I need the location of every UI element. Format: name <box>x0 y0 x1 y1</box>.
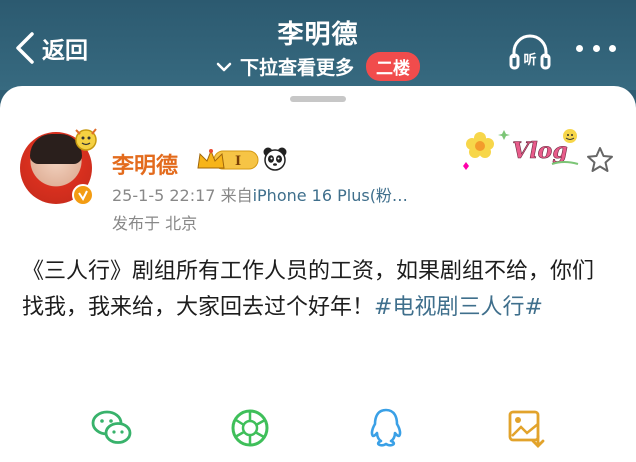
listen-headphones-icon[interactable]: 听 <box>508 30 552 74</box>
more-dot <box>576 44 583 52</box>
qq-icon[interactable] <box>364 406 408 450</box>
drag-handle[interactable] <box>290 96 346 102</box>
username[interactable]: 李明德 <box>112 148 178 180</box>
crown-icon: I <box>197 149 259 170</box>
post-meta: 25-1-5 22:17 来自iPhone 16 Plus(粉… <box>112 182 408 206</box>
post-card: 李明德 I 25-1-5 22:17 来自iPhone 16 Plus(粉… 发… <box>0 86 636 462</box>
post-time: 25-1-5 22:17 <box>112 186 216 205</box>
save-image-icon[interactable] <box>504 406 548 450</box>
level-text: I <box>235 154 241 169</box>
listen-label: 听 <box>523 52 536 68</box>
flower-icon <box>466 132 494 158</box>
pull-down-text: 下拉查看更多 <box>239 57 354 79</box>
vlog-text: Vlog <box>512 138 567 164</box>
member-level-badge[interactable]: I <box>196 146 260 172</box>
post-text: 《三人行》剧组所有工作人员的工资，如果剧组不给，你们找我，我来给，大家回去过个好… <box>22 254 612 326</box>
moments-icon[interactable] <box>228 406 272 450</box>
verified-badge-icon <box>72 184 94 206</box>
more-dot <box>592 44 600 52</box>
floor-badge[interactable]: 二楼 <box>366 52 420 81</box>
post-source[interactable]: iPhone 16 Plus(粉… <box>253 186 408 205</box>
panda-icon <box>263 147 287 171</box>
top-bar: 返回 李明德 下拉查看更多 二楼 听 <box>0 0 636 90</box>
source-prefix: 来自 <box>220 186 253 205</box>
post-location: 发布于 北京 <box>112 214 198 233</box>
more-dot <box>609 44 616 52</box>
avatar[interactable] <box>20 128 97 206</box>
share-bar <box>0 406 636 454</box>
vlog-sticker-icon: Vlog <box>463 129 579 170</box>
avatar-pendant-icon <box>75 128 97 151</box>
wechat-icon[interactable] <box>90 406 134 450</box>
hashtag-link[interactable]: #电视剧三人行# <box>374 295 543 320</box>
favorite-star-icon[interactable] <box>586 146 614 174</box>
more-menu-button[interactable] <box>576 38 616 58</box>
chevron-down-icon <box>216 62 232 71</box>
